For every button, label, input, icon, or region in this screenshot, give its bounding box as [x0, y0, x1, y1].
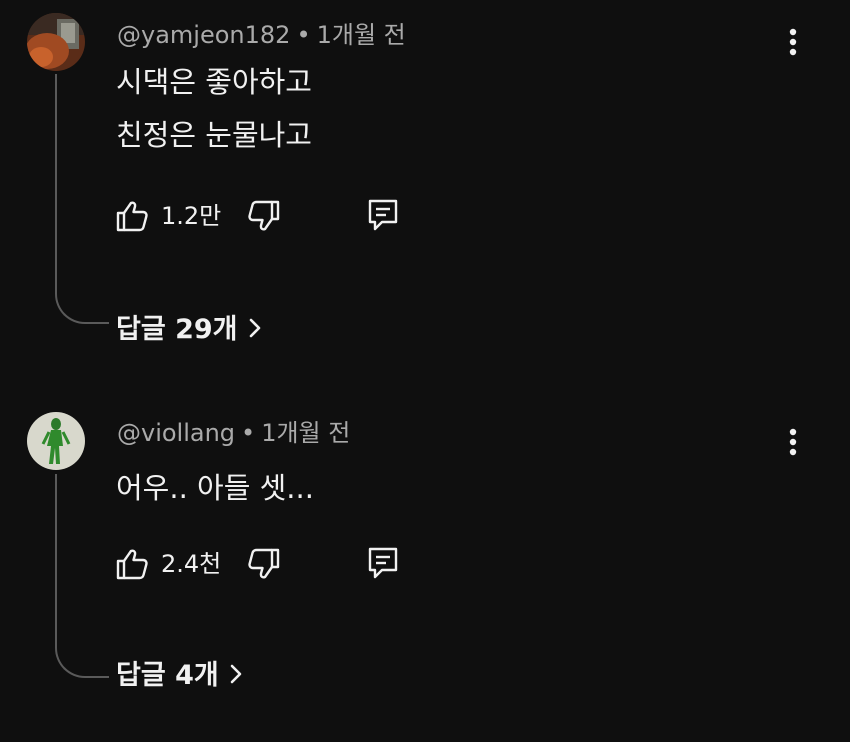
comment-meta: @yamjeon182 • 1개월 전 [117, 20, 406, 50]
avatar[interactable] [27, 412, 85, 470]
thumbs-down-icon [248, 548, 280, 579]
meta-separator: • [241, 419, 256, 447]
like-count: 1.2만 [161, 202, 222, 230]
more-vertical-icon [789, 28, 797, 56]
replies-label: 답글 4개 [116, 660, 219, 691]
chevron-right-icon [248, 314, 262, 348]
comment-time: 1개월 전 [261, 419, 351, 447]
meta-separator: • [296, 21, 311, 49]
chevron-right-icon [229, 660, 243, 694]
author-handle[interactable]: @yamjeon182 [117, 21, 290, 49]
avatar-image [27, 412, 85, 470]
replies-label: 답글 29개 [116, 314, 238, 345]
thumbs-down-icon [248, 200, 280, 231]
more-vertical-icon [789, 428, 797, 456]
thread-line [55, 74, 109, 324]
reply-comment-icon [368, 547, 398, 579]
comment-2: @viollang • 1개월 전 어우.. 아들 셋... 2.4천 답글 4개 [0, 370, 850, 742]
author-handle[interactable]: @viollang [117, 419, 235, 447]
dislike-button[interactable] [246, 198, 282, 234]
comment-time: 1개월 전 [316, 21, 406, 49]
view-replies-button[interactable]: 답글 29개 [116, 313, 262, 348]
comment-text-line: 시댁은 좋아하고 [116, 65, 312, 99]
more-options-button[interactable] [779, 424, 807, 464]
avatar-image [27, 13, 85, 71]
like-button[interactable] [114, 546, 150, 582]
view-replies-button[interactable]: 답글 4개 [116, 659, 243, 694]
thumbs-up-icon [116, 201, 148, 232]
comment-meta: @viollang • 1개월 전 [117, 418, 350, 448]
thread-line [55, 474, 109, 678]
comment-text-line: 어우.. 아들 셋... [116, 471, 314, 505]
reply-button[interactable] [366, 197, 400, 233]
avatar[interactable] [27, 13, 85, 71]
thumbs-up-icon [116, 549, 148, 580]
like-button[interactable] [114, 198, 150, 234]
dislike-button[interactable] [246, 546, 282, 582]
like-count: 2.4천 [161, 550, 222, 578]
reply-button[interactable] [366, 545, 400, 581]
more-options-button[interactable] [779, 24, 807, 64]
comment-text-line: 친정은 눈물나고 [116, 118, 312, 152]
comment-1: @yamjeon182 • 1개월 전 시댁은 좋아하고 친정은 눈물나고 1.2만… [0, 0, 850, 370]
reply-comment-icon [368, 199, 398, 231]
